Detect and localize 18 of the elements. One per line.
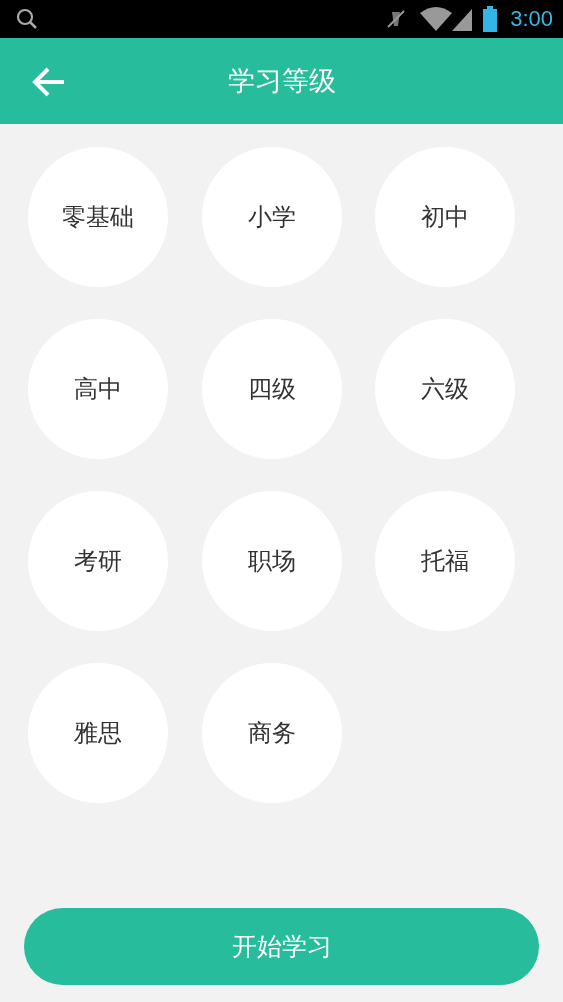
level-option[interactable]: 职场: [201, 491, 342, 631]
level-option[interactable]: 初中: [375, 147, 515, 287]
level-option[interactable]: 雅思: [28, 663, 168, 803]
battery-icon: [482, 6, 499, 32]
level-option[interactable]: 零基础: [28, 147, 168, 287]
search-icon[interactable]: [16, 8, 38, 30]
level-option[interactable]: 考研: [28, 491, 168, 631]
clock-time: 3:00: [510, 6, 553, 32]
page-title: 学习等级: [227, 64, 336, 98]
wifi-icon: [420, 7, 453, 31]
level-option[interactable]: 托福: [375, 491, 515, 631]
level-option[interactable]: 小学: [201, 147, 342, 287]
vibrate-off-icon: [386, 8, 407, 30]
level-option[interactable]: 四级: [201, 319, 342, 459]
level-option[interactable]: 六级: [375, 319, 515, 459]
level-option[interactable]: 商务: [201, 663, 342, 803]
level-option[interactable]: 高中: [28, 319, 168, 459]
signal-icon: [452, 7, 475, 31]
